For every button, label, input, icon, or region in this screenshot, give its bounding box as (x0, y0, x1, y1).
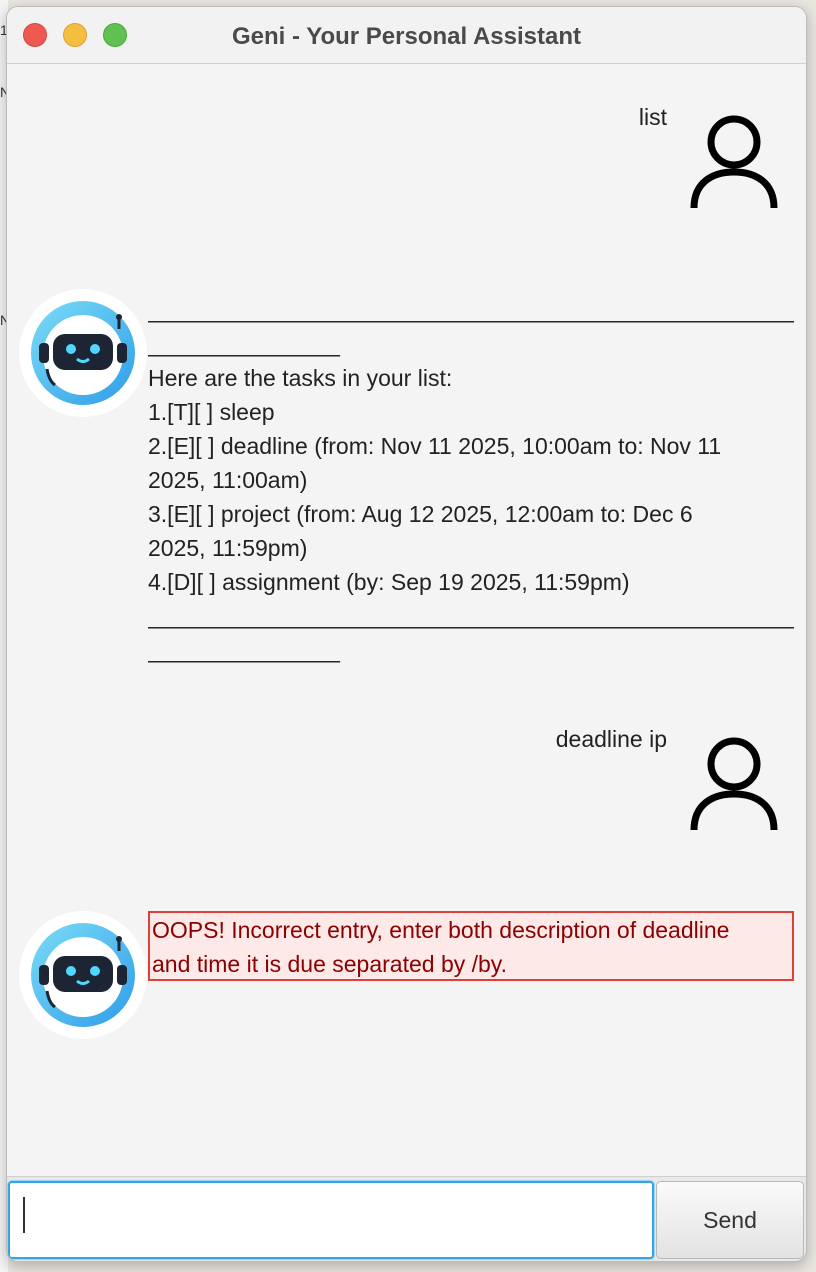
error-line: and time it is due separated by /by. (152, 951, 507, 977)
separator-line: ________________________________________… (148, 297, 794, 323)
bot-avatar (19, 289, 147, 417)
chat-area[interactable]: list ___________________________________… (7, 64, 806, 1176)
separator-line: ________________________________________… (148, 603, 794, 629)
bot-message: ________________________________________… (148, 293, 794, 667)
user-icon (690, 115, 778, 209)
message-line: 4.[D][ ] assignment (by: Sep 19 2025, 11… (148, 569, 630, 595)
robot-avatar-icon (31, 923, 135, 1027)
error-line: OOPS! Incorrect entry, enter both descri… (152, 917, 730, 943)
app-window: Geni - Your Personal Assistant list ____… (6, 6, 807, 1262)
message-line: Here are the tasks in your list: (148, 365, 453, 391)
window-title: Geni - Your Personal Assistant (232, 23, 581, 50)
message-input[interactable] (8, 1181, 654, 1259)
bot-avatar (19, 911, 147, 1039)
message-line: 2.[E][ ] deadline (from: Nov 11 2025, 10… (148, 433, 722, 459)
message-line: 2025, 11:59pm) (148, 535, 308, 561)
text-caret (23, 1197, 25, 1233)
title-bar: Geni - Your Personal Assistant (7, 7, 806, 64)
input-bar: Send (7, 1176, 806, 1261)
message-line: 2025, 11:00am) (148, 467, 308, 493)
user-message-text: list (638, 104, 667, 130)
error-message: OOPS! Incorrect entry, enter both descri… (148, 911, 794, 981)
user-message-text: deadline ip (555, 726, 667, 752)
separator-line: _______________ (148, 331, 340, 357)
user-icon (690, 737, 778, 831)
robot-avatar-icon (31, 301, 135, 405)
send-button[interactable]: Send (656, 1181, 804, 1259)
message-line: 1.[T][ ] sleep (148, 399, 275, 425)
message-line: 3.[E][ ] project (from: Aug 12 2025, 12:… (148, 501, 693, 527)
separator-line: _______________ (148, 637, 340, 663)
